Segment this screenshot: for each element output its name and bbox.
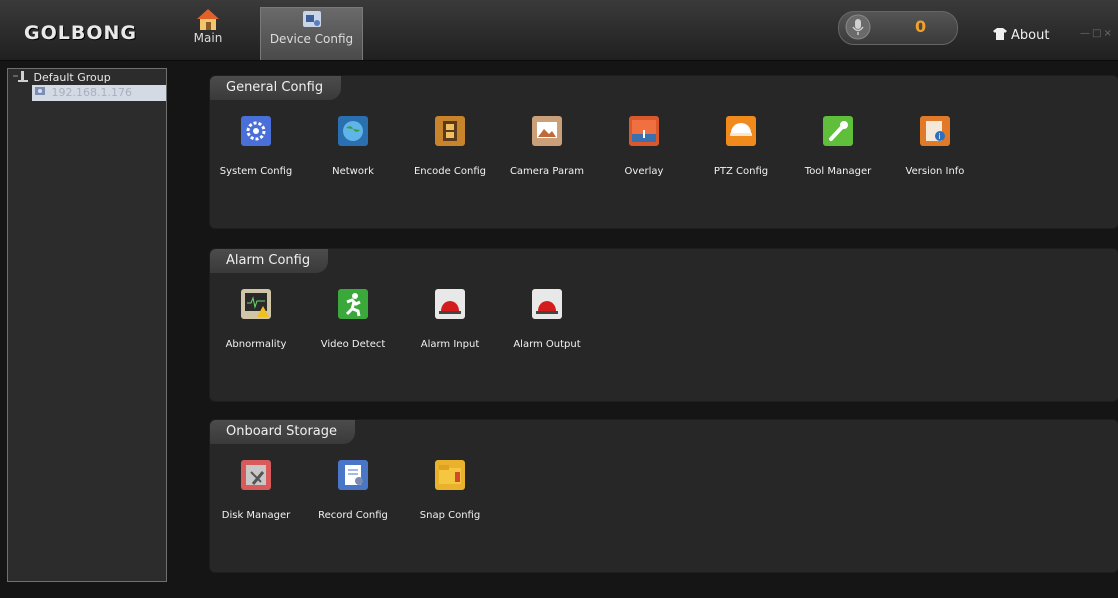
disk-tool-icon — [241, 460, 271, 490]
config-item-abnormality[interactable]: Abnormality — [210, 289, 302, 350]
config-item-version-info[interactable]: i Version Info — [889, 116, 981, 177]
about-label: About — [1011, 28, 1050, 43]
config-item-system-config[interactable]: System Config — [210, 116, 302, 177]
section-general-config: General Config System Config Network Encode… — [209, 75, 1118, 229]
alarm-count: 0 — [915, 17, 927, 36]
config-item-label: Abnormality — [225, 339, 287, 350]
running-man-icon — [338, 289, 368, 319]
config-item-alarm-input[interactable]: Alarm Input — [404, 289, 496, 350]
dome-camera-icon — [726, 116, 756, 146]
section-title: Onboard Storage — [210, 420, 356, 444]
window-controls[interactable]: —□× — [1080, 28, 1114, 39]
house-icon — [197, 9, 219, 30]
config-item-label: Video Detect — [320, 339, 386, 350]
config-item-snap-config[interactable]: Snap Config — [404, 460, 496, 521]
config-item-ptz-config[interactable]: PTZ Config — [695, 116, 787, 177]
tree-item-default-group[interactable]: Default Group — [12, 70, 111, 86]
config-item-label: Alarm Output — [513, 339, 581, 350]
tab-main[interactable]: Main — [186, 7, 230, 59]
tab-main-label: Main — [193, 31, 223, 45]
config-item-label: Overlay — [624, 166, 664, 177]
config-item-label: System Config — [219, 166, 293, 177]
about-button[interactable]: About — [993, 28, 1049, 43]
config-item-video-detect[interactable]: Video Detect — [307, 289, 399, 350]
section-title: Alarm Config — [210, 249, 329, 273]
film-icon — [435, 116, 465, 146]
config-item-label: Record Config — [318, 510, 388, 521]
config-item-encode-config[interactable]: Encode Config — [404, 116, 496, 177]
overlay-icon — [629, 116, 659, 146]
info-icon: i — [920, 116, 950, 146]
config-item-tool-manager[interactable]: Tool Manager — [792, 116, 884, 177]
config-item-label: Disk Manager — [221, 510, 291, 521]
config-item-label: Encode Config — [413, 166, 487, 177]
device-tree: Default Group 192.168.1.176 — [7, 68, 167, 582]
alarm-light-icon — [435, 289, 465, 319]
record-doc-icon — [338, 460, 368, 490]
config-item-label: Alarm Input — [420, 339, 480, 350]
tab-device-config-label: Device Config — [269, 32, 354, 46]
globe-icon — [338, 116, 368, 146]
config-item-disk-manager[interactable]: Disk Manager — [210, 460, 302, 521]
alarm-counter[interactable]: 0 — [838, 11, 958, 45]
warning-monitor-icon — [241, 289, 271, 319]
picture-icon — [532, 116, 562, 146]
tree-group-label: Default Group — [33, 71, 111, 84]
gear-icon — [241, 116, 271, 146]
camera-device-icon — [35, 87, 45, 95]
tree-device-label: 192.168.1.176 — [51, 86, 132, 99]
device-config-icon — [302, 11, 321, 27]
config-item-label: Version Info — [905, 166, 965, 177]
wrench-icon — [823, 116, 853, 146]
tab-device-config[interactable]: Device Config — [260, 7, 363, 60]
config-item-network[interactable]: Network — [307, 116, 399, 177]
tree-item-device[interactable]: 192.168.1.176 — [32, 85, 166, 101]
folder-icon — [435, 460, 465, 490]
svg-text:i: i — [939, 132, 941, 141]
config-item-label: Camera Param — [509, 166, 585, 177]
microphone-icon — [845, 14, 871, 40]
config-item-label: Network — [332, 166, 374, 177]
config-item-overlay[interactable]: Overlay — [598, 116, 690, 177]
config-item-alarm-output[interactable]: Alarm Output — [501, 289, 593, 350]
group-icon — [13, 71, 28, 82]
config-item-label: PTZ Config — [713, 166, 769, 177]
app-logo: GOLBONG — [24, 22, 137, 44]
section-onboard-storage: Onboard Storage Disk Manager Record Config… — [209, 419, 1118, 573]
alarm-light-icon — [532, 289, 562, 319]
section-alarm-config: Alarm Config Abnormality Video Detect Alarm… — [209, 248, 1118, 402]
shirt-icon — [993, 28, 1007, 40]
config-item-label: Snap Config — [419, 510, 481, 521]
config-item-camera-param[interactable]: Camera Param — [501, 116, 593, 177]
config-item-label: Tool Manager — [804, 166, 872, 177]
top-bar: GOLBONG Main Device Config 0 About —□× — [0, 0, 1118, 61]
config-item-record-config[interactable]: Record Config — [307, 460, 399, 521]
section-title: General Config — [210, 76, 342, 100]
